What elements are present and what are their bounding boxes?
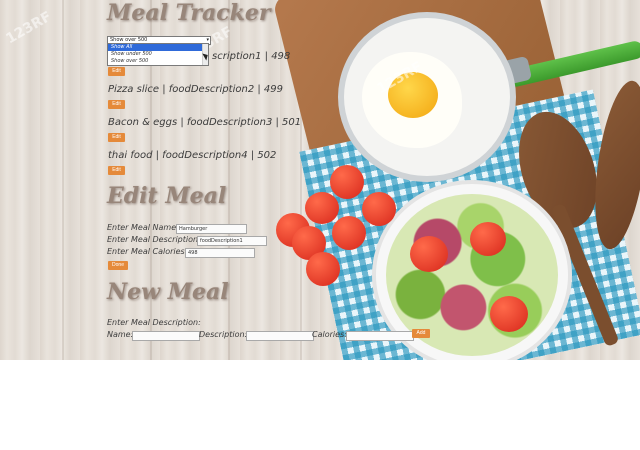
edit-description-label: Enter Meal Description:	[107, 235, 201, 244]
new-calories-input[interactable]	[346, 331, 414, 341]
add-meal-button[interactable]: Add	[412, 329, 430, 338]
meal-tracker-app: Meal Tracker Show over 500 ▾ Show All Sh…	[0, 0, 640, 360]
meal-item-2-text: Pizza slice | foodDescription2 | 499	[108, 84, 283, 95]
meal-item-3-text: Bacon & eggs | foodDescription3 | 501	[108, 117, 302, 128]
edit-calories-label: Enter Meal Calories:	[107, 247, 188, 256]
edit-meal-heading: Edit Meal	[107, 183, 227, 209]
page-title: Meal Tracker	[107, 0, 271, 26]
filter-option-show-under-500[interactable]: Show under 500	[108, 51, 208, 58]
new-meal-intro-label: Enter Meal Description:	[107, 318, 201, 327]
meal-item-4-text: thai food | foodDescription4 | 502	[108, 150, 277, 161]
filter-option-show-over-500[interactable]: Show over 500	[108, 58, 208, 65]
new-description-label: Description:	[199, 330, 248, 339]
new-name-label: Name:	[107, 330, 134, 339]
edit-calories-input[interactable]: 498	[185, 248, 255, 258]
edit-meal-3-button[interactable]: Edit	[108, 133, 125, 142]
new-calories-label: Calories:	[312, 330, 347, 339]
done-button[interactable]: Done	[108, 261, 128, 270]
edit-meal-4-button[interactable]: Edit	[108, 166, 125, 175]
edit-meal-2-button[interactable]: Edit	[108, 100, 125, 109]
edit-meal-1-button[interactable]: Edit	[108, 67, 125, 76]
meal-item-1-text: scription1 | 498	[212, 51, 291, 62]
new-description-input[interactable]	[246, 331, 314, 341]
edit-name-label: Enter Meal Name:	[107, 223, 179, 232]
edit-name-input[interactable]: Hamburger	[176, 224, 247, 234]
edit-description-input[interactable]: foodDescription1	[197, 236, 267, 246]
filter-option-show-all[interactable]: Show All	[108, 44, 208, 51]
new-meal-heading: New Meal	[107, 279, 229, 305]
calorie-filter-dropdown: Show All Show under 500 Show over 500	[107, 43, 209, 66]
new-name-input[interactable]	[132, 331, 200, 341]
